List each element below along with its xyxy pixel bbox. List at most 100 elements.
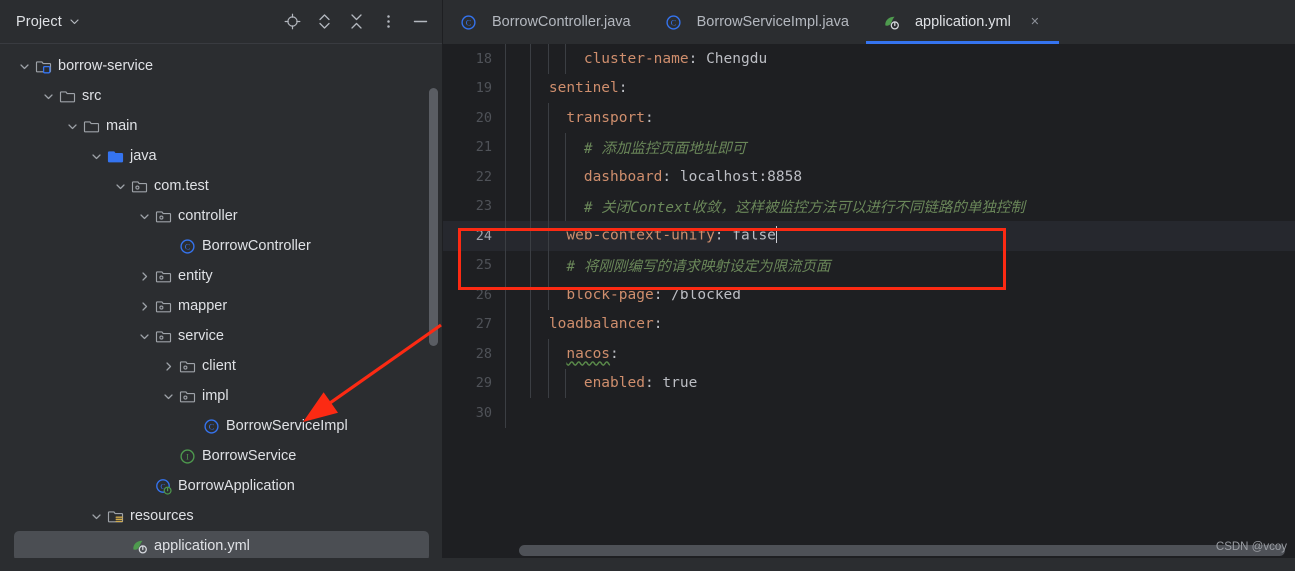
locate-icon[interactable] (283, 13, 301, 31)
tree-item[interactable]: client (0, 351, 443, 381)
code-line[interactable]: 27 loadbalancer: (443, 309, 1295, 339)
code-line[interactable]: 21 # 添加监控页面地址即可 (443, 132, 1295, 162)
code-line[interactable]: 19 sentinel: (443, 73, 1295, 103)
sidebar-vertical-scrollbar[interactable] (429, 88, 438, 346)
chevron-right-icon[interactable] (136, 268, 152, 284)
tree-item[interactable]: service (0, 321, 443, 351)
line-number: 18 (475, 50, 492, 67)
collapse-all-icon[interactable] (347, 13, 365, 31)
code-token-key: loadbalancer (548, 316, 654, 333)
chevron-down-icon[interactable] (88, 508, 104, 524)
chevron-right-icon[interactable] (136, 298, 152, 314)
indent-guide (547, 280, 549, 310)
module-folder-icon (35, 58, 52, 75)
indent-guide (565, 162, 567, 192)
spring-yml-icon (131, 538, 148, 555)
code-editor[interactable]: 18 cluster-name: Chengdu 19 sentinel: 20 t… (443, 44, 1295, 571)
code-token-val: false (723, 227, 776, 244)
tree-item[interactable]: java (0, 141, 443, 171)
java-class-icon: C (665, 14, 682, 31)
editor-tab-label: application.yml (914, 14, 1011, 30)
line-number: 27 (475, 316, 492, 333)
chevron-down-icon[interactable] (136, 208, 152, 224)
chevron-down-icon[interactable] (112, 178, 128, 194)
java-class-icon: C (460, 14, 477, 31)
tree-item[interactable]: C BorrowServiceImpl (0, 411, 443, 441)
text-caret (775, 226, 778, 244)
code-line[interactable]: 25 # 将刚刚编写的请求映射设定为限流页面 (443, 250, 1295, 280)
code-token-key: dashboard (583, 168, 663, 185)
indent-guide (547, 368, 549, 398)
package-icon (179, 358, 196, 375)
editor-area: C BorrowController.java C BorrowServiceImpl… (443, 0, 1295, 571)
ide-window: Project borrow-service src main java com… (0, 0, 1295, 571)
tree-item-label: application.yml (154, 537, 250, 554)
chevron-down-icon[interactable] (64, 118, 80, 134)
code-line[interactable]: 20 transport: (443, 103, 1295, 133)
line-number: 24 (475, 227, 492, 244)
tree-item[interactable]: controller (0, 201, 443, 231)
chevron-down-icon[interactable] (160, 388, 176, 404)
tree-item[interactable]: src (0, 81, 443, 111)
editor-tabbar: C BorrowController.java C BorrowServiceImpl… (443, 0, 1295, 44)
code-text: cluster-name: Chengdu (505, 51, 767, 67)
code-line[interactable]: 22 dashboard: localhost:8858 (443, 162, 1295, 192)
tree-item[interactable]: borrow-service (0, 51, 443, 81)
tree-item[interactable]: C BorrowController (0, 231, 443, 261)
code-line[interactable]: 30 (443, 398, 1295, 428)
tree-item-label: client (202, 357, 236, 374)
editor-tab[interactable]: C BorrowController.java (443, 0, 648, 44)
gutter-separator (505, 309, 506, 339)
code-token-com: # 关闭Context收敛，这样被监控方法可以进行不同链路的单独控制 (583, 199, 1025, 216)
chevron-down-icon[interactable] (16, 58, 32, 74)
code-lines: 18 cluster-name: Chengdu 19 sentinel: 20 t… (443, 44, 1295, 428)
tree-item[interactable]: entity (0, 261, 443, 291)
editor-horizontal-scrollbar-thumb[interactable] (519, 545, 1285, 556)
code-line[interactable]: 18 cluster-name: Chengdu (443, 44, 1295, 74)
tree-item-label: BorrowController (202, 237, 311, 254)
chevron-right-icon[interactable] (160, 358, 176, 374)
code-line[interactable]: 28 nacos: (443, 339, 1295, 369)
close-icon[interactable]: × (1028, 14, 1042, 30)
line-number: 29 (475, 375, 492, 392)
code-text: # 添加监控页面地址即可 (505, 137, 746, 158)
gutter-separator (505, 44, 506, 74)
code-token-key: enabled (583, 375, 645, 392)
code-line[interactable]: 29 enabled: true (443, 368, 1295, 398)
chevron-down-icon[interactable] (40, 88, 56, 104)
project-tree[interactable]: borrow-service src main java com.test control… (0, 44, 443, 571)
tree-item[interactable]: impl (0, 381, 443, 411)
tree-item[interactable]: resources (0, 501, 443, 531)
tree-item[interactable]: C BorrowApplication (0, 471, 443, 501)
expand-all-icon[interactable] (315, 13, 333, 31)
tree-item[interactable]: I BorrowService (0, 441, 443, 471)
tree-item[interactable]: mapper (0, 291, 443, 321)
gutter-separator (505, 280, 506, 310)
indent-guide (547, 339, 549, 369)
project-panel-header: Project (0, 0, 443, 44)
more-options-icon[interactable] (379, 13, 397, 31)
folder-icon (83, 118, 100, 135)
chevron-down-icon[interactable] (88, 148, 104, 164)
code-line[interactable]: 24 web-context-unify: false (443, 221, 1295, 251)
indent-guide (530, 309, 532, 339)
tree-item[interactable]: main (0, 111, 443, 141)
editor-tab[interactable]: C BorrowServiceImpl.java (648, 0, 866, 44)
chevron-down-icon[interactable] (69, 16, 80, 27)
chevron-down-icon[interactable] (136, 328, 152, 344)
code-line[interactable]: 26 block-page: /blocked (443, 280, 1295, 310)
code-line[interactable]: 23 # 关闭Context收敛，这样被监控方法可以进行不同链路的单独控制 (443, 191, 1295, 221)
editor-tab[interactable]: application.yml × (865, 0, 1059, 44)
tree-item-label: service (178, 327, 224, 344)
tree-item[interactable]: com.test (0, 171, 443, 201)
indent-guide (565, 44, 567, 74)
gutter-separator (505, 73, 506, 103)
indent-guide (530, 339, 532, 369)
tree-item-selected[interactable]: application.yml (14, 531, 429, 561)
tree-item-label: BorrowService (202, 447, 297, 464)
editor-horizontal-scrollbar[interactable] (443, 545, 1295, 557)
line-number: 22 (475, 168, 492, 185)
minimize-icon[interactable] (411, 13, 429, 31)
gutter-separator (505, 250, 506, 280)
code-token-punc: : (644, 375, 654, 392)
